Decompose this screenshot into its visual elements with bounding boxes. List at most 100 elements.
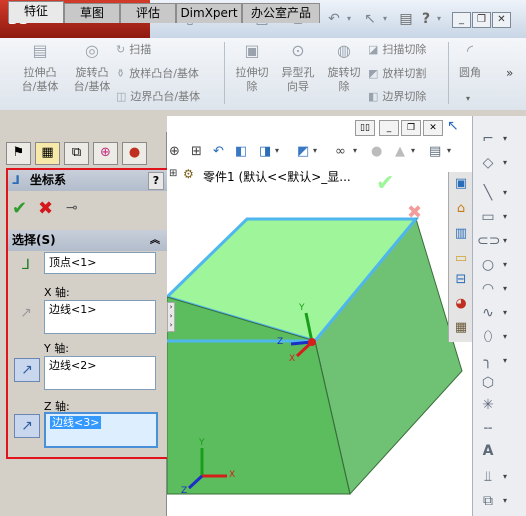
text-icon[interactable]: A: [477, 440, 499, 462]
apply-scene-icon[interactable]: ▲: [395, 144, 405, 159]
tab-dimxpert[interactable]: DimXpert: [176, 3, 242, 23]
tab-office-products[interactable]: 办公室产品: [242, 3, 320, 23]
zoom-to-fit-icon[interactable]: ⊕: [169, 144, 180, 159]
fillet-dropdown-icon[interactable]: ▾: [466, 94, 470, 103]
viewport-close-button[interactable]: ✕: [423, 120, 443, 136]
ok-button[interactable]: ✔: [12, 198, 27, 219]
tab-evaluate[interactable]: 评估: [120, 3, 176, 23]
view-settings-dropdown-icon[interactable]: ▾: [447, 146, 451, 155]
fillet-sketch-icon[interactable]: ╮: [477, 350, 499, 372]
circle-icon[interactable]: ○: [477, 254, 499, 276]
smart-dimension-icon[interactable]: ◇: [477, 152, 499, 174]
point-icon[interactable]: ✳: [477, 394, 499, 416]
polygon-icon[interactable]: ⬡: [477, 372, 499, 394]
slot-dropdown-icon[interactable]: ▾: [503, 230, 507, 252]
previous-view-icon[interactable]: ↶: [213, 144, 224, 159]
spline-dropdown-icon[interactable]: ▾: [503, 302, 507, 324]
part-tree-label[interactable]: 零件1 (默认<<默认>_显...: [203, 168, 351, 185]
selections-header[interactable]: 选择(S) ︽: [8, 230, 167, 251]
centerline-icon[interactable]: ╌: [477, 418, 499, 440]
dimxpert-icon[interactable]: ⊕: [93, 142, 118, 165]
help-dropdown-icon[interactable]: ▾: [434, 10, 444, 28]
line-icon[interactable]: ╲: [477, 182, 499, 204]
cancel-button[interactable]: ✖: [38, 198, 53, 219]
circle-dropdown-icon[interactable]: ▾: [503, 254, 507, 276]
zoom-to-area-icon[interactable]: ⊞: [191, 144, 202, 159]
loft-boss-button[interactable]: ⚱ 放样凸台/基体: [116, 65, 199, 83]
revolve-boss-button[interactable]: ◎ 旋转凸 台/基体: [66, 43, 118, 94]
display-style-icon[interactable]: ◩: [297, 144, 309, 159]
file-explorer-icon[interactable]: ▭: [451, 249, 471, 269]
property-manager-icon[interactable]: ▦: [35, 142, 60, 165]
convert-dropdown-icon[interactable]: ▾: [503, 490, 507, 512]
fillet-sketch-dropdown-icon[interactable]: ▾: [503, 350, 507, 372]
configuration-icon[interactable]: ⧉: [64, 142, 89, 165]
home-icon[interactable]: ⌂: [451, 199, 471, 219]
sweep-button[interactable]: ↻ 扫描: [116, 41, 151, 59]
sketch-icon[interactable]: ⌐: [477, 128, 499, 150]
ribbon-more-icon[interactable]: »: [506, 66, 513, 80]
ellipse-icon[interactable]: ⬯: [477, 326, 499, 348]
design-library-icon[interactable]: ▥: [451, 224, 471, 244]
graphics-area[interactable]: ✔ ✖ Y Z X Y X Z ▯▯ _ ❐ ✕ ↖ ⊕ ⊞ ↶ ◧ ◨ ▾ ◩…: [167, 116, 472, 516]
lofted-cut-button[interactable]: ◩ 放样切割: [368, 65, 426, 83]
apply-scene-dropdown-icon[interactable]: ▾: [411, 146, 415, 155]
help-icon[interactable]: ?: [418, 10, 434, 28]
hide-show-icon[interactable]: ∞: [335, 144, 346, 159]
undo-dropdown-icon[interactable]: ▾: [344, 10, 354, 28]
y-direction-icon[interactable]: ↗: [14, 358, 40, 382]
sketch-dropdown-icon[interactable]: ▾: [503, 128, 507, 150]
view-settings-icon[interactable]: ▤: [429, 144, 441, 159]
rebuild-icon[interactable]: ▤: [396, 10, 416, 28]
viewport-minimize-button[interactable]: _: [379, 120, 399, 136]
extrude-boss-button[interactable]: ▤ 拉伸凸 台/基体: [14, 43, 66, 94]
minimize-button[interactable]: _: [452, 12, 471, 28]
select-cursor-icon[interactable]: ↖: [360, 10, 380, 28]
display-style-dropdown-icon[interactable]: ▾: [313, 146, 317, 155]
rectangle-icon[interactable]: ▭: [477, 206, 499, 228]
convert-entities-icon[interactable]: ⧉: [477, 490, 499, 512]
slot-icon[interactable]: ⊂⊃: [477, 230, 500, 252]
resources-icon[interactable]: ▣: [451, 174, 471, 194]
view-orientation-icon[interactable]: ◨: [259, 144, 271, 159]
hide-show-dropdown-icon[interactable]: ▾: [353, 146, 357, 155]
restore-button[interactable]: ❐: [472, 12, 491, 28]
view-palette-icon[interactable]: ⊟: [451, 270, 471, 290]
fillet-button[interactable]: ◜ 圆角: [452, 43, 488, 80]
hole-wizard-button[interactable]: ⊙ 异型孔 向导: [274, 43, 322, 94]
viewport-restore-button[interactable]: ❐: [401, 120, 421, 136]
pushpin-icon[interactable]: ⊸: [66, 200, 78, 216]
revolve-cut-button[interactable]: ◍ 旋转切 除: [320, 43, 368, 94]
appearances-icon[interactable]: ◕: [451, 294, 471, 314]
spline-icon[interactable]: ∿: [477, 302, 499, 324]
line-dropdown-icon[interactable]: ▾: [503, 182, 507, 204]
swept-cut-button[interactable]: ◪ 扫描切除: [368, 41, 426, 59]
edit-appearance-icon[interactable]: ●: [371, 144, 382, 159]
custom-properties-icon[interactable]: ▦: [451, 318, 471, 338]
extrude-cut-button[interactable]: ▣ 拉伸切 除: [228, 43, 276, 94]
origin-field[interactable]: 顶点<1>: [44, 252, 156, 274]
boundary-cut-button[interactable]: ◧ 边界切除: [368, 88, 426, 106]
y-axis-field[interactable]: 边线<2>: [44, 356, 156, 390]
arc-dropdown-icon[interactable]: ▾: [503, 278, 507, 300]
view-orientation-dropdown-icon[interactable]: ▾: [275, 146, 279, 155]
feature-tree-icon[interactable]: ⚑: [6, 142, 31, 165]
x-axis-field[interactable]: 边线<1>: [44, 300, 156, 334]
expand-tree-icon[interactable]: ⊞: [169, 168, 177, 179]
dimension-dropdown-icon[interactable]: ▾: [503, 152, 507, 174]
ellipse-dropdown-icon[interactable]: ▾: [503, 326, 507, 348]
select-dropdown-icon[interactable]: ▾: [380, 10, 390, 28]
collapse-icon[interactable]: ︽: [150, 230, 160, 251]
view-toolbar-pin-icon[interactable]: ↖: [447, 118, 459, 134]
z-direction-icon[interactable]: ↗: [14, 414, 40, 438]
tab-sketch[interactable]: 草图: [64, 3, 120, 23]
collapse-handle[interactable]: › › ›: [167, 302, 175, 332]
boundary-boss-button[interactable]: ◫ 边界凸台/基体: [116, 88, 200, 106]
rectangle-dropdown-icon[interactable]: ▾: [503, 206, 507, 228]
viewport-split-icon[interactable]: ▯▯: [355, 120, 375, 136]
tab-features[interactable]: 特征: [8, 1, 64, 23]
trim-icon[interactable]: ⫫: [477, 466, 499, 488]
appearance-icon[interactable]: ●: [122, 142, 147, 165]
undo-icon[interactable]: ↶: [324, 10, 344, 28]
arc-icon[interactable]: ◠: [477, 278, 499, 300]
